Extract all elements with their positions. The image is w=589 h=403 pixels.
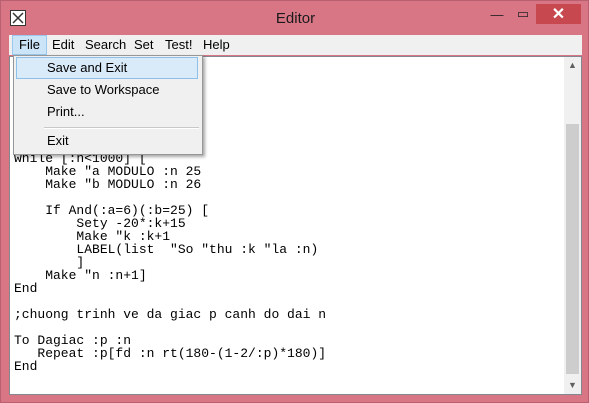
close-button[interactable]: ✕ [536,4,581,24]
menu-separator [44,127,199,129]
menu-item-exit[interactable]: Exit [16,130,198,152]
menu-item-save-to-workspace[interactable]: Save to Workspace [16,79,198,101]
menu-item-save-and-exit[interactable]: Save and Exit [16,57,198,79]
editor-window: Editor — ▭ ✕ File Edit Search Set Test! … [0,0,589,403]
menu-help[interactable]: Help [197,35,236,55]
menu-file[interactable]: File [12,35,47,55]
scroll-thumb[interactable] [566,124,579,374]
menu-bar: File Edit Search Set Test! Help [9,35,582,55]
title-bar[interactable]: Editor — ▭ ✕ [1,1,588,35]
scroll-up-icon[interactable]: ▲ [564,57,581,74]
menu-item-print[interactable]: Print... [16,101,198,123]
maximize-button[interactable]: ▭ [510,4,536,24]
menu-edit[interactable]: Edit [46,35,80,55]
file-menu-dropdown: Save and Exit Save to Workspace Print...… [13,55,203,155]
menu-search[interactable]: Search [79,35,132,55]
menu-test[interactable]: Test! [159,35,198,55]
menu-set[interactable]: Set [128,35,160,55]
minimize-button[interactable]: — [484,4,510,24]
scroll-down-icon[interactable]: ▼ [564,377,581,394]
vertical-scrollbar[interactable]: ▲ ▼ [564,57,581,394]
